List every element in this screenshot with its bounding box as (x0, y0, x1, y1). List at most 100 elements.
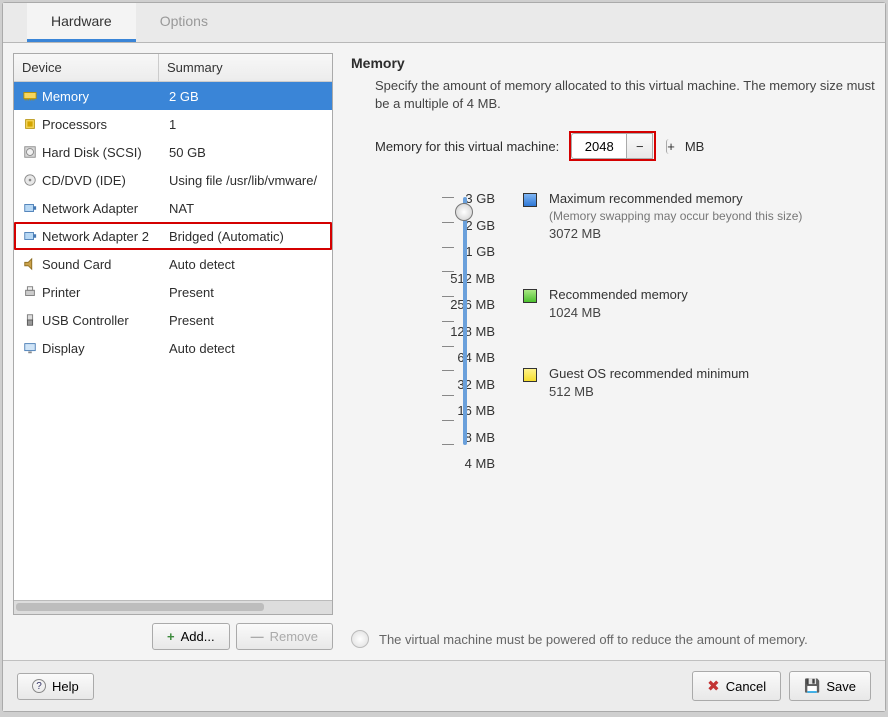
disc-icon (22, 172, 38, 188)
table-row-nic1[interactable]: Network Adapter NAT (14, 194, 332, 222)
tick-label: 4 MB (439, 454, 495, 474)
add-button[interactable]: + Add... (152, 623, 230, 650)
table-row-processors[interactable]: Processors 1 (14, 110, 332, 138)
usb-icon (22, 312, 38, 328)
tab-hardware[interactable]: Hardware (27, 3, 136, 42)
swatch-yellow-icon (523, 368, 537, 382)
row-summary: 2 GB (165, 89, 324, 104)
row-summary: NAT (165, 201, 324, 216)
col-device[interactable]: Device (14, 54, 159, 81)
memory-increment[interactable]: + (666, 139, 675, 154)
row-summary: 1 (165, 117, 324, 132)
device-buttons: + Add... — Remove (13, 623, 333, 650)
dialog-footer: ? Help ✖ Cancel 💾 Save (3, 660, 885, 711)
legend-max-sub: (Memory swapping may occur beyond this s… (549, 209, 802, 223)
memory-legend: Maximum recommended memory (Memory swapp… (523, 189, 802, 474)
help-label: Help (52, 679, 79, 694)
row-summary: Auto detect (165, 257, 324, 272)
legend-rec: Recommended memory 1024 MB (523, 287, 802, 320)
slider-track[interactable] (463, 197, 467, 445)
memory-title: Memory (351, 55, 875, 71)
table-row-nic2[interactable]: Network Adapter 2 Bridged (Automatic) (14, 222, 332, 250)
device-panel: Device Summary Memory 2 GB Processors 1 (13, 53, 333, 650)
table-row-hard-disk[interactable]: Hard Disk (SCSI) 50 GB (14, 138, 332, 166)
memory-desc: Specify the amount of memory allocated t… (375, 77, 875, 113)
legend-max-title: Maximum recommended memory (549, 191, 802, 206)
nic-icon (22, 228, 38, 244)
memory-field-label: Memory for this virtual machine: (375, 139, 559, 154)
save-icon: 💾 (804, 678, 820, 694)
printer-icon (22, 284, 38, 300)
content-area: Device Summary Memory 2 GB Processors 1 (3, 43, 885, 660)
row-label: Network Adapter 2 (42, 229, 165, 244)
memory-hint: The virtual machine must be powered off … (351, 630, 875, 648)
cpu-icon (22, 116, 38, 132)
table-row-usb[interactable]: USB Controller Present (14, 306, 332, 334)
row-summary: Auto detect (165, 341, 324, 356)
row-label: Memory (42, 89, 165, 104)
bulb-icon (351, 630, 369, 648)
swatch-green-icon (523, 289, 537, 303)
legend-rec-title: Recommended memory (549, 287, 688, 302)
row-summary: 50 GB (165, 145, 324, 160)
row-label: Display (42, 341, 165, 356)
row-label: Sound Card (42, 257, 165, 272)
horizontal-scrollbar[interactable] (14, 600, 332, 614)
save-button[interactable]: 💾 Save (789, 671, 871, 701)
legend-max-val: 3072 MB (549, 226, 802, 241)
hint-text: The virtual machine must be powered off … (379, 632, 808, 647)
table-row-memory[interactable]: Memory 2 GB (14, 82, 332, 110)
remove-button: — Remove (236, 623, 333, 650)
save-label: Save (826, 679, 856, 694)
memory-slider[interactable]: 3 GB 2 GB 1 GB 512 MB 256 MB 128 MB 64 M… (379, 189, 495, 474)
row-label: Hard Disk (SCSI) (42, 145, 165, 160)
legend-rec-val: 1024 MB (549, 305, 688, 320)
tab-bar: Hardware Options (3, 3, 885, 43)
memory-unit: MB (685, 139, 705, 154)
table-row-display[interactable]: Display Auto detect (14, 334, 332, 362)
legend-max: Maximum recommended memory (Memory swapp… (523, 191, 802, 241)
plus-icon: + (167, 629, 175, 644)
remove-label: Remove (270, 629, 318, 644)
help-button[interactable]: ? Help (17, 673, 94, 700)
add-label: Add... (181, 629, 215, 644)
hdd-icon (22, 144, 38, 160)
swatch-blue-icon (523, 193, 537, 207)
sound-icon (22, 256, 38, 272)
col-summary[interactable]: Summary (159, 54, 332, 81)
table-row-printer[interactable]: Printer Present (14, 278, 332, 306)
table-row-cddvd[interactable]: CD/DVD (IDE) Using file /usr/lib/vmware/ (14, 166, 332, 194)
cancel-icon: ✖ (707, 677, 720, 695)
memory-input-row: Memory for this virtual machine: − + MB (375, 131, 875, 161)
vm-settings-dialog: Hardware Options Device Summary Memory 2… (2, 2, 886, 712)
minus-icon: — (251, 629, 264, 644)
memory-stepper: − (571, 133, 653, 159)
memory-stepper-highlight: − (569, 131, 656, 161)
row-summary: Bridged (Automatic) (165, 229, 324, 244)
row-summary: Present (165, 313, 324, 328)
legend-min: Guest OS recommended minimum 512 MB (523, 366, 802, 399)
display-icon (22, 340, 38, 356)
table-row-sound[interactable]: Sound Card Auto detect (14, 250, 332, 278)
memory-decrement[interactable]: − (627, 133, 653, 159)
nic-icon (22, 200, 38, 216)
row-label: Printer (42, 285, 165, 300)
memory-icon (22, 88, 38, 104)
row-summary: Using file /usr/lib/vmware/ (165, 173, 324, 188)
legend-min-val: 512 MB (549, 384, 749, 399)
legend-min-title: Guest OS recommended minimum (549, 366, 749, 381)
device-table: Device Summary Memory 2 GB Processors 1 (13, 53, 333, 615)
cancel-label: Cancel (726, 679, 766, 694)
tick-marks (442, 197, 454, 445)
memory-panel: Memory Specify the amount of memory allo… (351, 53, 875, 650)
memory-input[interactable] (571, 133, 627, 159)
cancel-button[interactable]: ✖ Cancel (692, 671, 781, 701)
memory-slider-area: 3 GB 2 GB 1 GB 512 MB 256 MB 128 MB 64 M… (379, 189, 875, 474)
row-label: Processors (42, 117, 165, 132)
row-label: Network Adapter (42, 201, 165, 216)
tab-options[interactable]: Options (136, 3, 232, 42)
row-summary: Present (165, 285, 324, 300)
help-icon: ? (32, 679, 46, 693)
device-table-rows: Memory 2 GB Processors 1 Hard Disk (SCSI… (14, 82, 332, 600)
device-table-header: Device Summary (14, 54, 332, 82)
